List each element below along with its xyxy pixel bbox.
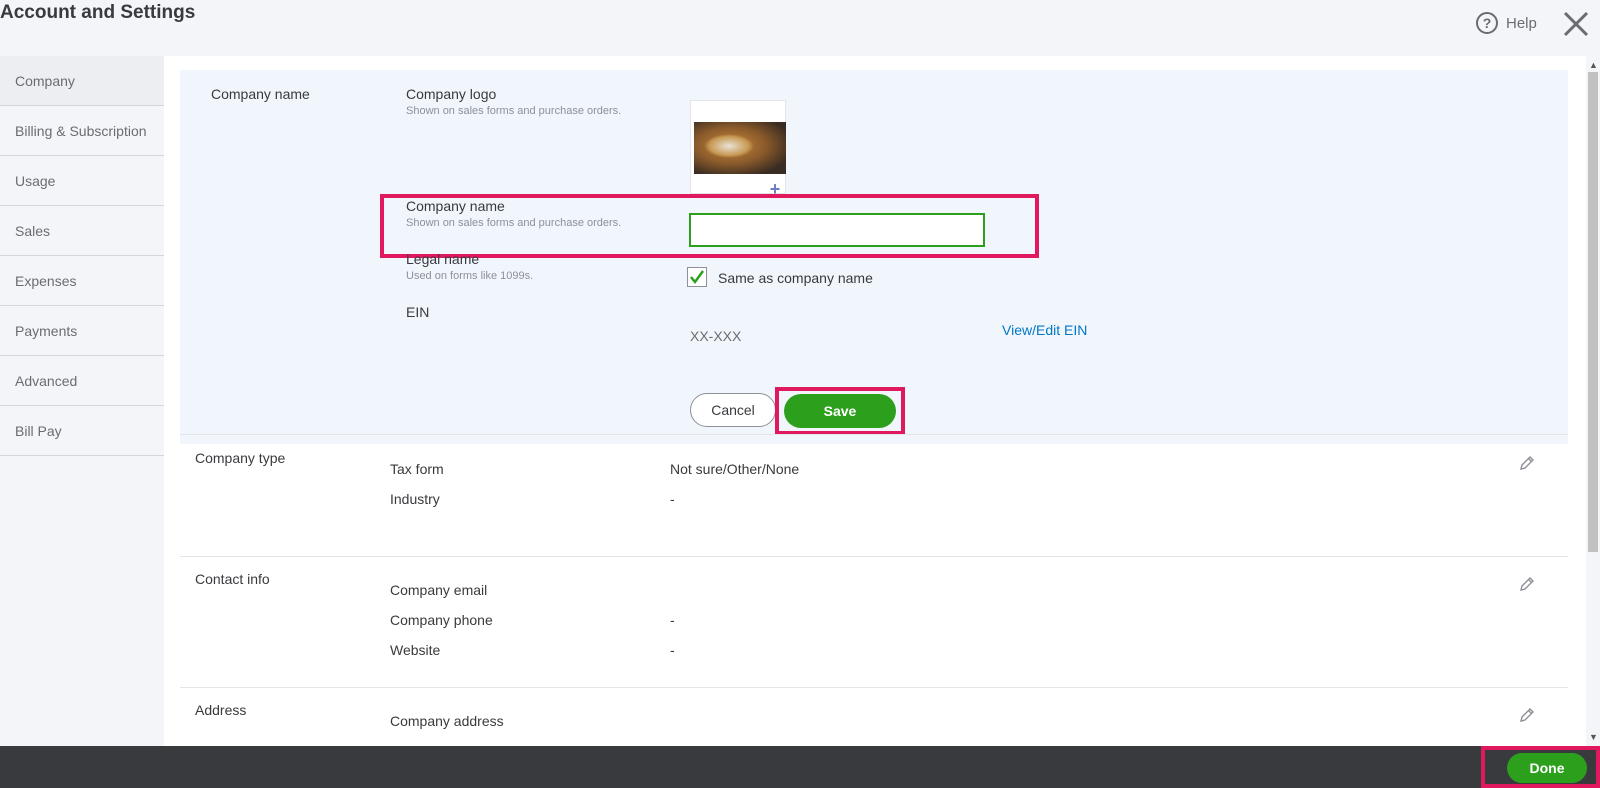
company-address-label: Company address bbox=[390, 713, 504, 729]
sidebar-item-label: Sales bbox=[15, 222, 51, 239]
company-phone-label: Company phone bbox=[390, 612, 493, 628]
settings-content: Company name Company logo Shown on sales… bbox=[164, 56, 1586, 746]
scroll-thumb[interactable] bbox=[1588, 72, 1598, 552]
legal-name-hint: Used on forms like 1099s. bbox=[406, 270, 534, 282]
company-name-input[interactable] bbox=[689, 213, 985, 247]
company-logo-image bbox=[694, 122, 786, 174]
sidebar-item-bill-pay[interactable]: Bill Pay bbox=[0, 406, 164, 456]
sidebar-item-label: Billing & Subscription bbox=[15, 122, 147, 139]
scroll-down-icon[interactable]: ▼ bbox=[1589, 732, 1598, 742]
industry-value: - bbox=[670, 491, 675, 507]
sidebar-item-company[interactable]: Company bbox=[0, 56, 164, 106]
sidebar-item-billing[interactable]: Billing & Subscription bbox=[0, 106, 164, 156]
scroll-up-icon[interactable]: ▲ bbox=[1589, 60, 1598, 70]
ein-label: EIN bbox=[406, 304, 430, 320]
help-label: Help bbox=[1506, 14, 1537, 32]
sidebar-item-label: Bill Pay bbox=[15, 422, 62, 439]
save-button[interactable]: Save bbox=[784, 394, 896, 428]
section-title-company-name: Company name bbox=[211, 86, 310, 102]
company-logo-uploader[interactable]: + bbox=[690, 100, 786, 198]
cancel-button[interactable]: Cancel bbox=[690, 393, 776, 427]
company-phone-value: - bbox=[670, 612, 675, 628]
company-email-label: Company email bbox=[390, 582, 488, 598]
legal-name-label: Legal name bbox=[406, 251, 480, 267]
section-title-contact-info: Contact info bbox=[195, 571, 270, 587]
company-name-label: Company name bbox=[406, 198, 505, 214]
section-title-address: Address bbox=[195, 702, 247, 718]
same-as-company-name-label: Same as company name bbox=[718, 270, 873, 286]
section-divider bbox=[180, 556, 1568, 557]
company-name-edit-panel: Company name Company logo Shown on sales… bbox=[180, 70, 1568, 444]
same-as-company-name-checkbox[interactable] bbox=[687, 267, 707, 287]
close-icon[interactable] bbox=[1560, 8, 1592, 40]
section-title-company-type: Company type bbox=[195, 450, 286, 466]
sidebar-item-sales[interactable]: Sales bbox=[0, 206, 164, 256]
redacted-address bbox=[654, 713, 886, 729]
tax-form-label: Tax form bbox=[390, 461, 444, 477]
view-edit-ein-link[interactable]: View/Edit EIN bbox=[1002, 322, 1087, 338]
sidebar-item-payments[interactable]: Payments bbox=[0, 306, 164, 356]
sidebar-item-advanced[interactable]: Advanced bbox=[0, 356, 164, 406]
industry-label: Industry bbox=[390, 491, 440, 507]
company-logo-hint: Shown on sales forms and purchase orders… bbox=[406, 105, 622, 117]
sidebar-item-label: Company bbox=[15, 72, 75, 89]
sidebar-item-label: Usage bbox=[15, 172, 56, 189]
checkmark-icon bbox=[690, 270, 705, 285]
edit-address-pencil-icon[interactable] bbox=[1518, 706, 1536, 724]
ein-value: XX-XXX bbox=[690, 328, 742, 344]
help-button[interactable]: ? Help bbox=[1476, 12, 1537, 34]
company-logo-label: Company logo bbox=[406, 86, 497, 102]
section-divider bbox=[180, 434, 1568, 435]
sidebar-item-label: Advanced bbox=[15, 372, 78, 389]
website-value: - bbox=[670, 642, 675, 658]
settings-sidebar: Company Billing & Subscription Usage Sal… bbox=[0, 56, 165, 746]
sidebar-item-usage[interactable]: Usage bbox=[0, 156, 164, 206]
redacted-email bbox=[654, 583, 840, 599]
section-divider bbox=[180, 687, 1568, 688]
sidebar-item-label: Payments bbox=[15, 322, 78, 339]
content-scrollbar[interactable]: ▲ ▼ bbox=[1586, 56, 1600, 746]
sidebar-item-expenses[interactable]: Expenses bbox=[0, 256, 164, 306]
tax-form-value: Not sure/Other/None bbox=[670, 461, 800, 477]
done-button[interactable]: Done bbox=[1507, 753, 1587, 783]
company-name-hint: Shown on sales forms and purchase orders… bbox=[406, 217, 622, 229]
add-logo-icon[interactable]: + bbox=[767, 180, 783, 198]
website-label: Website bbox=[390, 642, 441, 658]
footer-bar: Done bbox=[0, 746, 1600, 788]
page-title: Account and Settings bbox=[0, 2, 196, 23]
edit-contact-info-pencil-icon[interactable] bbox=[1518, 575, 1536, 593]
edit-company-type-pencil-icon[interactable] bbox=[1518, 454, 1536, 472]
help-icon: ? bbox=[1476, 12, 1498, 34]
sidebar-item-label: Expenses bbox=[15, 272, 77, 289]
